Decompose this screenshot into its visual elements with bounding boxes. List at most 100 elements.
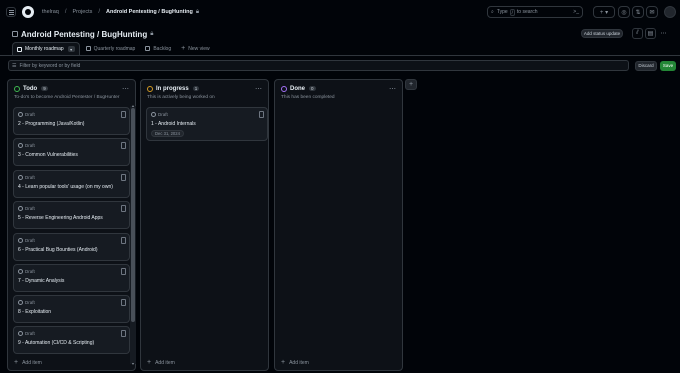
column-title: In progress: [156, 85, 189, 92]
scrollbar-thumb[interactable]: [131, 108, 135, 322]
breadcrumb-separator: /: [98, 9, 101, 15]
add-item-button[interactable]: + Add item: [147, 359, 175, 366]
tab-monthly-roadmap[interactable]: Monthly roadmap ▾: [12, 42, 80, 55]
draft-label: Draft: [25, 143, 35, 148]
lock-icon: 🔒︎: [195, 8, 200, 15]
draft-status: Draft: [18, 143, 35, 148]
draft-status: Draft: [18, 269, 35, 274]
command-palette-icon[interactable]: >_: [573, 9, 579, 15]
new-view-button[interactable]: + New view: [177, 42, 214, 55]
pull-requests-icon[interactable]: ⇅: [632, 6, 644, 18]
add-column-button[interactable]: +: [405, 79, 417, 90]
card-menu-icon[interactable]: [121, 330, 126, 337]
new-view-label: New view: [188, 45, 210, 52]
column-menu-icon[interactable]: ⋯: [389, 85, 396, 93]
view-tabs: Monthly roadmap ▾ Quarterly roadmap Back…: [0, 42, 680, 56]
card-menu-icon[interactable]: [121, 174, 126, 181]
draft-icon: [18, 300, 23, 305]
add-item-label: Add item: [22, 359, 42, 366]
column-menu-icon[interactable]: ⋯: [122, 85, 129, 93]
lock-icon: 🔒︎: [150, 30, 154, 37]
plus-icon: +: [181, 45, 186, 52]
search-shortcut-key: /: [509, 8, 515, 16]
card-title[interactable]: 5 - Reverse Engineering Android Apps: [18, 215, 103, 221]
column-title: Todo: [23, 85, 38, 92]
create-new-button[interactable]: + ▾: [593, 6, 615, 18]
card-menu-icon[interactable]: [121, 205, 126, 212]
project-titlebar: Android Pentesting / BugHunting 🔒︎: [0, 26, 680, 42]
save-button[interactable]: Save: [660, 60, 676, 71]
card-menu-icon[interactable]: [121, 299, 126, 306]
card-title[interactable]: 7 - Dynamic Analysis: [18, 278, 64, 284]
page-title: Android Pentesting / BugHunting: [21, 29, 148, 39]
card-title[interactable]: 6 - Practical Bug Bounties (Android): [18, 247, 97, 253]
draft-label: Draft: [25, 175, 35, 180]
column-menu-icon[interactable]: ⋯: [255, 85, 262, 93]
column-header: Todo 9 ⋯: [8, 83, 135, 94]
draft-status: Draft: [18, 300, 35, 305]
card-menu-icon[interactable]: [121, 268, 126, 275]
breadcrumb-projects[interactable]: Projects: [73, 9, 93, 15]
column-todo: Todo 9 ⋯ To-do's to become Android Pente…: [7, 79, 136, 371]
card-menu-icon[interactable]: [121, 111, 126, 118]
add-status-update-button[interactable]: Add status update: [581, 29, 623, 38]
draft-label: Draft: [25, 238, 35, 243]
filter-placeholder: Filter by keyword or by field: [19, 62, 81, 69]
menu-icon[interactable]: [6, 7, 16, 17]
search-input[interactable]: ⌕ Type / to search >_: [487, 6, 583, 18]
column-count-badge: 0: [309, 86, 316, 91]
tab-label: Monthly roadmap: [25, 46, 64, 52]
draft-status: Draft: [18, 331, 35, 336]
card-title[interactable]: 1 - Android Internals: [151, 121, 196, 127]
draft-status: Draft: [18, 238, 35, 243]
breadcrumb-owner[interactable]: thelraq: [42, 9, 59, 15]
tab-quarterly-roadmap[interactable]: Quarterly roadmap: [82, 42, 140, 55]
card-title[interactable]: 2 - Programming (Java/Kotlin): [18, 121, 84, 127]
breadcrumb-project[interactable]: Android Pentesting / BugHunting: [106, 9, 193, 15]
add-item-button[interactable]: + Add item: [281, 359, 309, 366]
card-item[interactable]: Draft 2 - Programming (Java/Kotlin): [13, 107, 130, 135]
tab-menu-icon[interactable]: ▾: [67, 46, 75, 52]
card-menu-icon[interactable]: [259, 111, 264, 118]
breadcrumb-separator: /: [64, 9, 67, 15]
insights-chart-icon[interactable]: ⫽: [632, 28, 643, 39]
draft-icon: [18, 238, 23, 243]
more-options-icon[interactable]: ⋯: [658, 28, 669, 39]
card-item[interactable]: Draft 9 - Automation (CI/CD & Scripting): [13, 326, 130, 354]
tab-label: Backlog: [153, 45, 172, 52]
plus-icon: +: [147, 359, 152, 366]
card-title[interactable]: 3 - Common Vulnerabilities: [18, 152, 78, 158]
draft-status: Draft: [18, 175, 35, 180]
github-logo-icon[interactable]: [22, 6, 34, 18]
draft-icon: [18, 269, 23, 274]
draft-label: Draft: [25, 112, 35, 117]
column-title: Done: [290, 85, 305, 92]
add-item-button[interactable]: + Add item: [14, 359, 42, 366]
card-title[interactable]: 9 - Automation (CI/CD & Scripting): [18, 340, 94, 346]
card-menu-icon[interactable]: [121, 142, 126, 149]
card-item[interactable]: Draft 8 - Exploitation: [13, 295, 130, 323]
tab-backlog[interactable]: Backlog: [141, 42, 175, 55]
column-description: To-do's to become Android Pentester / Bu…: [14, 95, 120, 100]
draft-label: Draft: [25, 206, 35, 211]
draft-icon: [18, 143, 23, 148]
layout-panel-icon[interactable]: ▤: [645, 28, 656, 39]
card-item[interactable]: Draft 7 - Dynamic Analysis: [13, 264, 130, 292]
inbox-icon[interactable]: ✉: [646, 6, 658, 18]
filter-input[interactable]: ☰ Filter by keyword or by field: [8, 60, 629, 71]
card-item[interactable]: Draft 1 - Android Internals Dec 31, 2024: [146, 107, 268, 141]
avatar[interactable]: [664, 6, 676, 18]
card-title[interactable]: 8 - Exploitation: [18, 309, 51, 315]
column-count-badge: 1: [192, 86, 200, 91]
discard-button[interactable]: Discard: [635, 60, 657, 71]
card-item[interactable]: Draft 4 - Learn popular tools' usage (on…: [13, 170, 130, 198]
card-item[interactable]: Draft 5 - Reverse Engineering Android Ap…: [13, 201, 130, 229]
card-item[interactable]: Draft 6 - Practical Bug Bounties (Androi…: [13, 233, 130, 261]
card-title[interactable]: 4 - Learn popular tools' usage (on my ow…: [18, 184, 113, 190]
issues-icon[interactable]: ◎: [618, 6, 630, 18]
card-menu-icon[interactable]: [121, 237, 126, 244]
column-scrollbar[interactable]: ▴ ▾: [130, 103, 136, 366]
scroll-down-arrow-icon[interactable]: ▾: [130, 361, 136, 366]
project-icon: [12, 31, 18, 37]
card-item[interactable]: Draft 3 - Common Vulnerabilities: [13, 138, 130, 166]
